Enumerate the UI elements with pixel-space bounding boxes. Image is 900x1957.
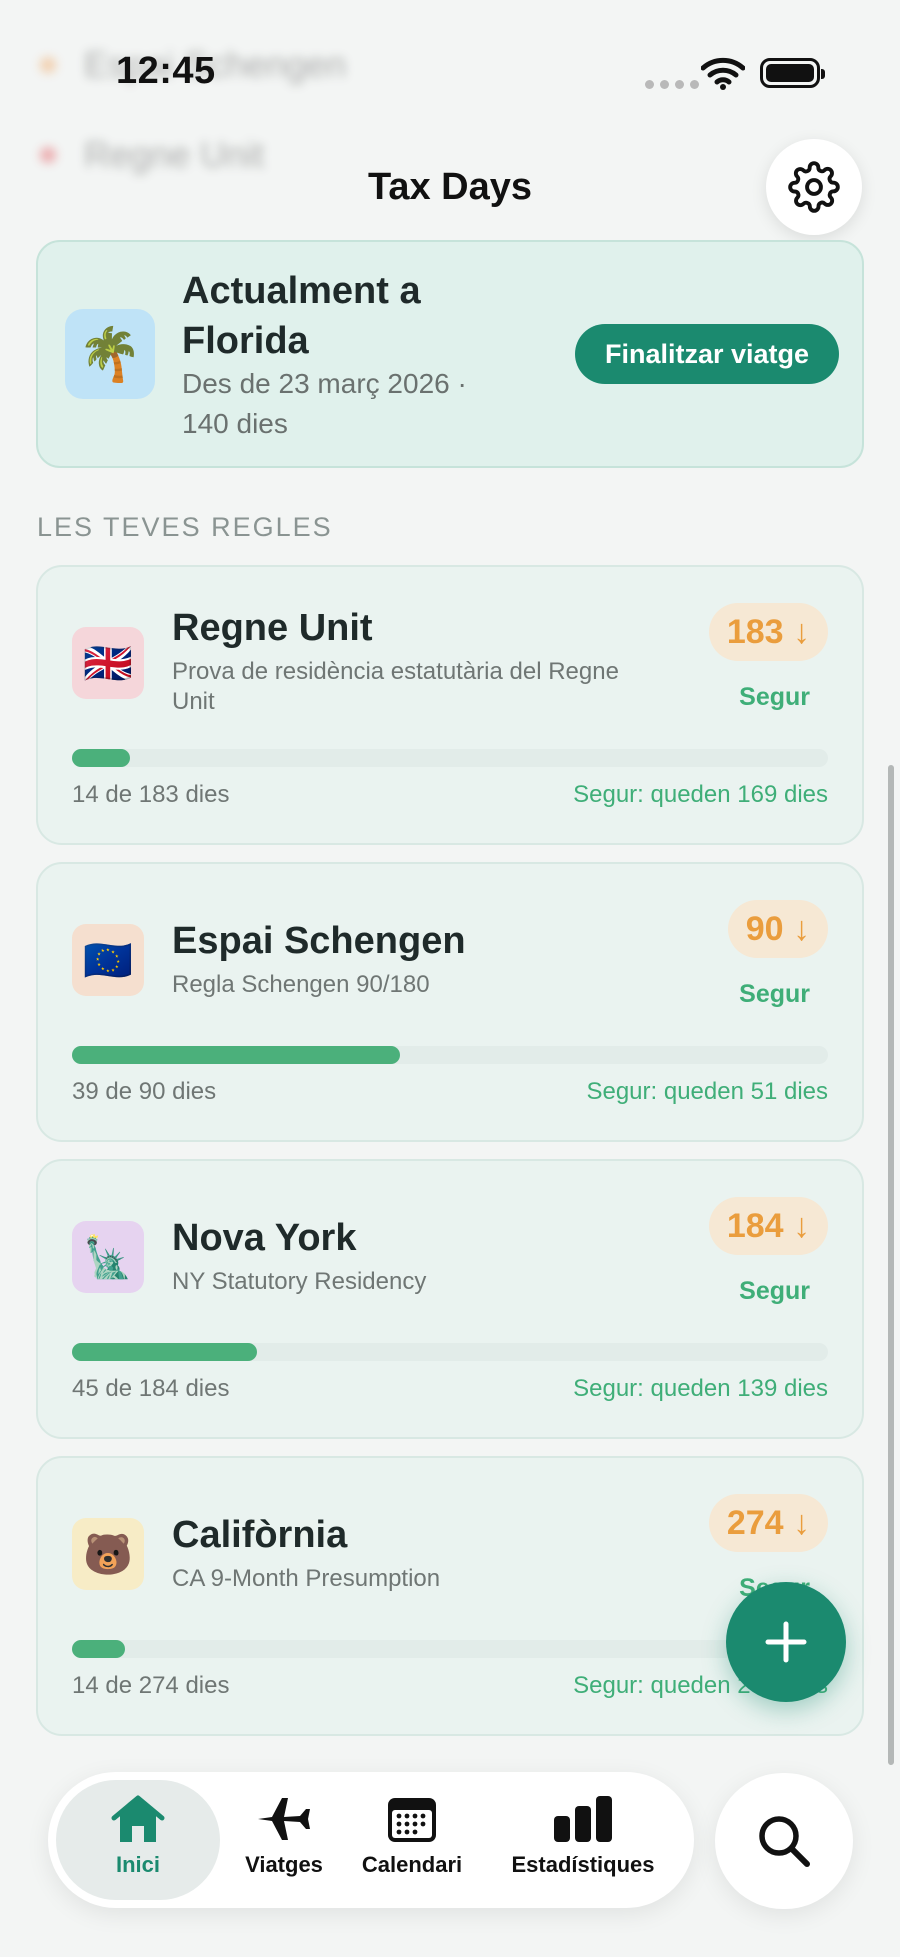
progress-bar [72, 749, 828, 767]
progress-fill [72, 1046, 400, 1064]
status-badge: Segur [739, 1277, 810, 1305]
rule-description: CA 9-Month Presumption [172, 1565, 441, 1592]
rule-description: NY Statutory Residency [172, 1268, 427, 1295]
bar-chart-icon [554, 1796, 612, 1842]
status-bar: 12:45 [0, 0, 900, 150]
limit-badge: 183 ↓ [708, 603, 828, 661]
day-count: 14 de 183 dies [72, 781, 230, 808]
tab-viatges[interactable]: Viatges [228, 1780, 340, 1900]
statue-of-liberty-icon: 🗽 [72, 1221, 144, 1293]
home-screen: Espai Schengen Regne Unit 12:45 Tax Days… [0, 0, 900, 1957]
rule-name: Califòrnia [172, 1514, 348, 1556]
rule-description: Prova de residència estatutària del Regn… [172, 658, 619, 715]
battery-icon [760, 58, 825, 88]
search-button[interactable] [715, 1773, 853, 1909]
limit-badge: 274 ↓ [708, 1494, 828, 1552]
day-count: 39 de 90 dies [72, 1078, 217, 1105]
rule-card-california[interactable]: 🐻 Califòrnia CA 9-Month Presumption 274 … [36, 1456, 864, 1736]
remaining-days: Segur: queden 139 dies [573, 1375, 828, 1402]
tab-bar: Inici Viatges Calendari Estadístiques [48, 1772, 694, 1908]
remaining-days: Segur: queden 169 dies [573, 781, 828, 808]
progress-bar [72, 1046, 828, 1064]
progress-fill [72, 749, 130, 767]
rule-card-nova-york[interactable]: 🗽 Nova York NY Statutory Residency 184 ↓… [36, 1159, 864, 1439]
calendar-icon [388, 1798, 436, 1842]
home-icon [111, 1795, 165, 1842]
wifi-icon [701, 57, 745, 90]
bear-icon: 🐻 [72, 1518, 144, 1590]
rule-card-espai-schengen[interactable]: 🇪🇺 Espai Schengen Regla Schengen 90/180 … [36, 862, 864, 1142]
add-rule-button[interactable] [726, 1582, 846, 1702]
uk-flag-icon: 🇬🇧 [72, 627, 144, 699]
current-trip-subtitle: Des de 23 març 2026 · 140 dies [182, 368, 467, 439]
progress-fill [72, 1343, 257, 1361]
plus-icon [765, 1621, 807, 1663]
remaining-days: Segur: queden 51 dies [586, 1078, 828, 1105]
tab-estadistiques[interactable]: Estadístiques [488, 1780, 678, 1900]
progress-fill [72, 1640, 125, 1658]
status-badge: Segur [739, 980, 810, 1008]
current-trip-title: Actualment a Florida [182, 270, 421, 362]
airplane-icon [258, 1798, 310, 1840]
palm-tree-icon: 🌴 [65, 309, 155, 399]
scrollbar[interactable] [888, 765, 894, 1765]
settings-button[interactable] [766, 139, 862, 235]
limit-badge: 184 ↓ [708, 1197, 828, 1255]
tab-inici[interactable]: Inici [56, 1780, 220, 1900]
rule-name: Espai Schengen [172, 920, 466, 962]
day-count: 14 de 274 dies [72, 1672, 230, 1699]
tab-label: Estadístiques [511, 1852, 655, 1877]
tab-label: Inici [115, 1852, 160, 1877]
rule-name: Regne Unit [172, 607, 373, 649]
rule-card-regne-unit[interactable]: 🇬🇧 Regne Unit Prova de residència estatu… [36, 565, 864, 845]
status-time: 12:45 [116, 50, 216, 92]
cellular-signal-icon [645, 80, 699, 89]
eu-flag-icon: 🇪🇺 [72, 924, 144, 996]
rule-name: Nova York [172, 1217, 357, 1259]
current-trip-card[interactable]: 🌴 Actualment a Florida Des de 23 març 20… [36, 240, 864, 468]
tab-label: Calendari [361, 1852, 463, 1877]
day-count: 45 de 184 dies [72, 1375, 230, 1402]
end-trip-button[interactable]: Finalitzar viatge [575, 324, 839, 384]
limit-badge: 90 ↓ [727, 900, 828, 958]
page-title: Tax Days [367, 166, 533, 208]
progress-bar [72, 1640, 828, 1658]
progress-bar [72, 1343, 828, 1361]
search-icon [759, 1816, 810, 1867]
rule-description: Regla Schengen 90/180 [172, 971, 430, 998]
status-badge: Segur [739, 683, 810, 711]
gear-icon [788, 161, 840, 213]
tab-calendari[interactable]: Calendari [350, 1780, 474, 1900]
section-heading: LES TEVES REGLES [37, 512, 333, 542]
tab-label: Viatges [245, 1852, 323, 1877]
